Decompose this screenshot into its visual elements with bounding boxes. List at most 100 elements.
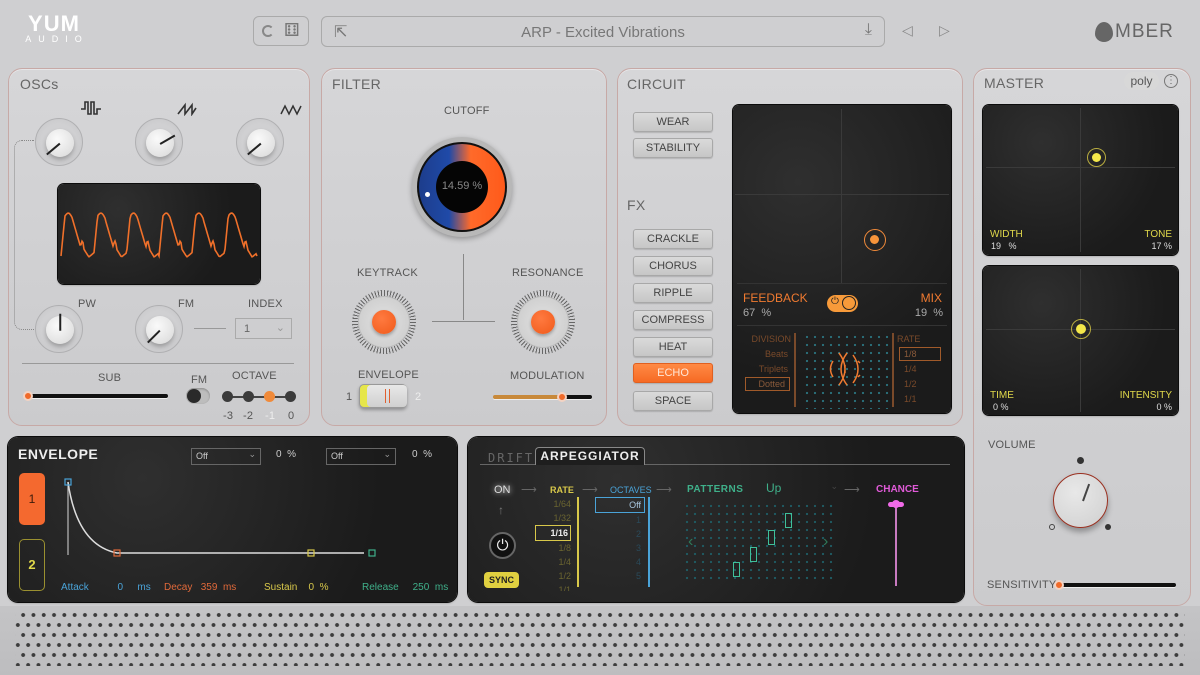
- division-dotted[interactable]: Dotted: [745, 377, 790, 391]
- osc3-knob[interactable]: [236, 118, 284, 166]
- tab-drift[interactable]: DRIFT: [488, 451, 534, 465]
- division-label: DIVISION: [751, 334, 791, 344]
- arp-rate-list[interactable]: 1/64 1/32 1/16 1/8 1/4 1/2 1/1: [535, 497, 571, 591]
- fm-toggle[interactable]: [186, 388, 210, 404]
- width-tone-pad[interactable]: WIDTH 19 % TONE 17 %: [983, 105, 1178, 255]
- pattern-step-4[interactable]: [785, 513, 792, 528]
- time-intensity-pad[interactable]: TIME 0 % INTENSITY 0 %: [983, 266, 1178, 415]
- sub-slider[interactable]: [28, 394, 168, 398]
- sensitivity-handle[interactable]: [1054, 580, 1064, 590]
- sustain-readout: Sustain 0 %: [264, 582, 329, 593]
- download-icon[interactable]: ⤓: [865, 21, 872, 39]
- osc1-knob[interactable]: [35, 118, 83, 166]
- arp-octave-list[interactable]: Off 1 2 3 4 5: [595, 497, 645, 583]
- preset-bar[interactable]: ⇱ ARP - Excited Vibrations ⤓: [321, 16, 885, 47]
- arp-power-button[interactable]: ⏻: [489, 532, 516, 559]
- arp-rate-scroll[interactable]: [577, 497, 579, 587]
- fx-space-button[interactable]: SPACE: [633, 391, 713, 411]
- feedback-label: FEEDBACK: [743, 291, 808, 305]
- fx-echo-button[interactable]: ECHO: [633, 363, 713, 383]
- rate-1-1[interactable]: 1/1: [904, 394, 917, 404]
- next-preset-icon[interactable]: ▷: [939, 22, 950, 39]
- octave-dot--1[interactable]: [264, 391, 275, 402]
- rate-1-8[interactable]: 1/8: [899, 347, 941, 361]
- env-switch-right: 2: [415, 391, 422, 403]
- rate-1-4[interactable]: 1/4: [904, 364, 917, 374]
- sub-slider-handle[interactable]: [23, 391, 33, 401]
- pattern-next-icon[interactable]: ›: [823, 533, 828, 551]
- arrow-up-icon: ↑: [498, 503, 504, 517]
- width-tone-handle[interactable]: [1087, 148, 1106, 167]
- fx-crackle-button[interactable]: CRACKLE: [633, 229, 713, 249]
- echo-xy-pad[interactable]: FEEDBACK 67 % ⏻ MIX 19 % DIVISION Beats …: [733, 105, 951, 413]
- volume-mark-top: [1077, 457, 1084, 464]
- modulation-handle[interactable]: [557, 392, 567, 402]
- dice-icon[interactable]: ⚅: [284, 20, 300, 41]
- index-label: INDEX: [248, 298, 283, 310]
- volume-knob[interactable]: [1053, 473, 1108, 528]
- env-tab-2[interactable]: 2: [19, 539, 45, 591]
- feedback-value: 67: [743, 307, 756, 319]
- envelope-graph[interactable]: [55, 475, 385, 565]
- prev-preset-icon[interactable]: ◁: [902, 22, 913, 39]
- stability-button[interactable]: STABILITY: [633, 138, 713, 158]
- info-icon[interactable]: ⋮: [1164, 74, 1178, 88]
- modulation-slider[interactable]: [493, 395, 592, 399]
- rate-label: RATE: [897, 334, 921, 344]
- envelope-switch[interactable]: [359, 384, 407, 408]
- filter-connector-v: [463, 254, 464, 320]
- pw-knob[interactable]: [35, 305, 83, 353]
- sync-button[interactable]: SYNC: [484, 572, 519, 588]
- triangle-wave-icon[interactable]: [280, 104, 302, 116]
- sensitivity-slider[interactable]: [1060, 583, 1176, 587]
- octave-dot--2[interactable]: [243, 391, 254, 402]
- resonance-knob[interactable]: [511, 290, 575, 354]
- division-triplets[interactable]: Triplets: [743, 364, 788, 374]
- fx-ripple-button[interactable]: RIPPLE: [633, 283, 713, 303]
- keytrack-knob[interactable]: [352, 290, 416, 354]
- echo-icon: [829, 352, 861, 386]
- cutoff-knob[interactable]: 14.59 %: [412, 137, 512, 237]
- voice-mode-button[interactable]: poly: [1124, 72, 1159, 90]
- wear-button[interactable]: WEAR: [633, 112, 713, 132]
- env-mod-amount-1: 0 %: [276, 449, 297, 460]
- env-tab-1[interactable]: 1: [19, 473, 45, 525]
- release-point[interactable]: [368, 549, 376, 557]
- chance-slider[interactable]: [895, 505, 897, 586]
- preset-name[interactable]: ARP - Excited Vibrations: [322, 24, 884, 41]
- osc2-knob[interactable]: [135, 118, 183, 166]
- saw-wave-icon[interactable]: [177, 102, 197, 116]
- pattern-step-2[interactable]: [750, 547, 757, 562]
- pattern-select[interactable]: Up ⌄: [766, 481, 838, 497]
- width-label: WIDTH: [990, 229, 1023, 240]
- time-intensity-handle[interactable]: [1071, 319, 1091, 339]
- octave-dot--3[interactable]: [222, 391, 233, 402]
- octave-label: OCTAVE: [232, 370, 277, 382]
- fx-heat-button[interactable]: HEAT: [633, 337, 713, 357]
- fx-compress-button[interactable]: COMPRESS: [633, 310, 713, 330]
- env-switch-left: 1: [346, 391, 353, 403]
- env-mod-select-2[interactable]: Off ⌄: [326, 448, 396, 465]
- pattern-step-1[interactable]: [733, 562, 740, 577]
- waveform-display: [58, 184, 260, 284]
- echo-xy-handle[interactable]: [864, 229, 886, 251]
- octave-dot-0[interactable]: [285, 391, 296, 402]
- echo-power-toggle[interactable]: ⏻: [827, 295, 858, 312]
- pattern-grid[interactable]: [683, 502, 837, 585]
- division-beats[interactable]: Beats: [743, 349, 788, 359]
- osc-link-line: [14, 140, 34, 330]
- octave-val--1: -1: [265, 410, 276, 422]
- fx-chorus-button[interactable]: CHORUS: [633, 256, 713, 276]
- fm-toggle-label: FM: [191, 374, 208, 386]
- square-wave-icon[interactable]: [80, 100, 102, 116]
- env-mod-select-1[interactable]: Off ⌄: [191, 448, 261, 465]
- rate-1-2[interactable]: 1/2: [904, 379, 917, 389]
- fm-knob[interactable]: [135, 305, 183, 353]
- pattern-step-3[interactable]: [768, 530, 775, 545]
- arp-octave-scroll[interactable]: [648, 497, 650, 587]
- chevron-down-icon: ⌄: [248, 449, 256, 459]
- undo-icon[interactable]: [262, 25, 274, 37]
- tab-arpeggiator[interactable]: ARPEGGIATOR: [535, 447, 645, 465]
- index-select[interactable]: 1 ⌄: [235, 318, 292, 339]
- pattern-prev-icon[interactable]: ‹: [688, 533, 693, 551]
